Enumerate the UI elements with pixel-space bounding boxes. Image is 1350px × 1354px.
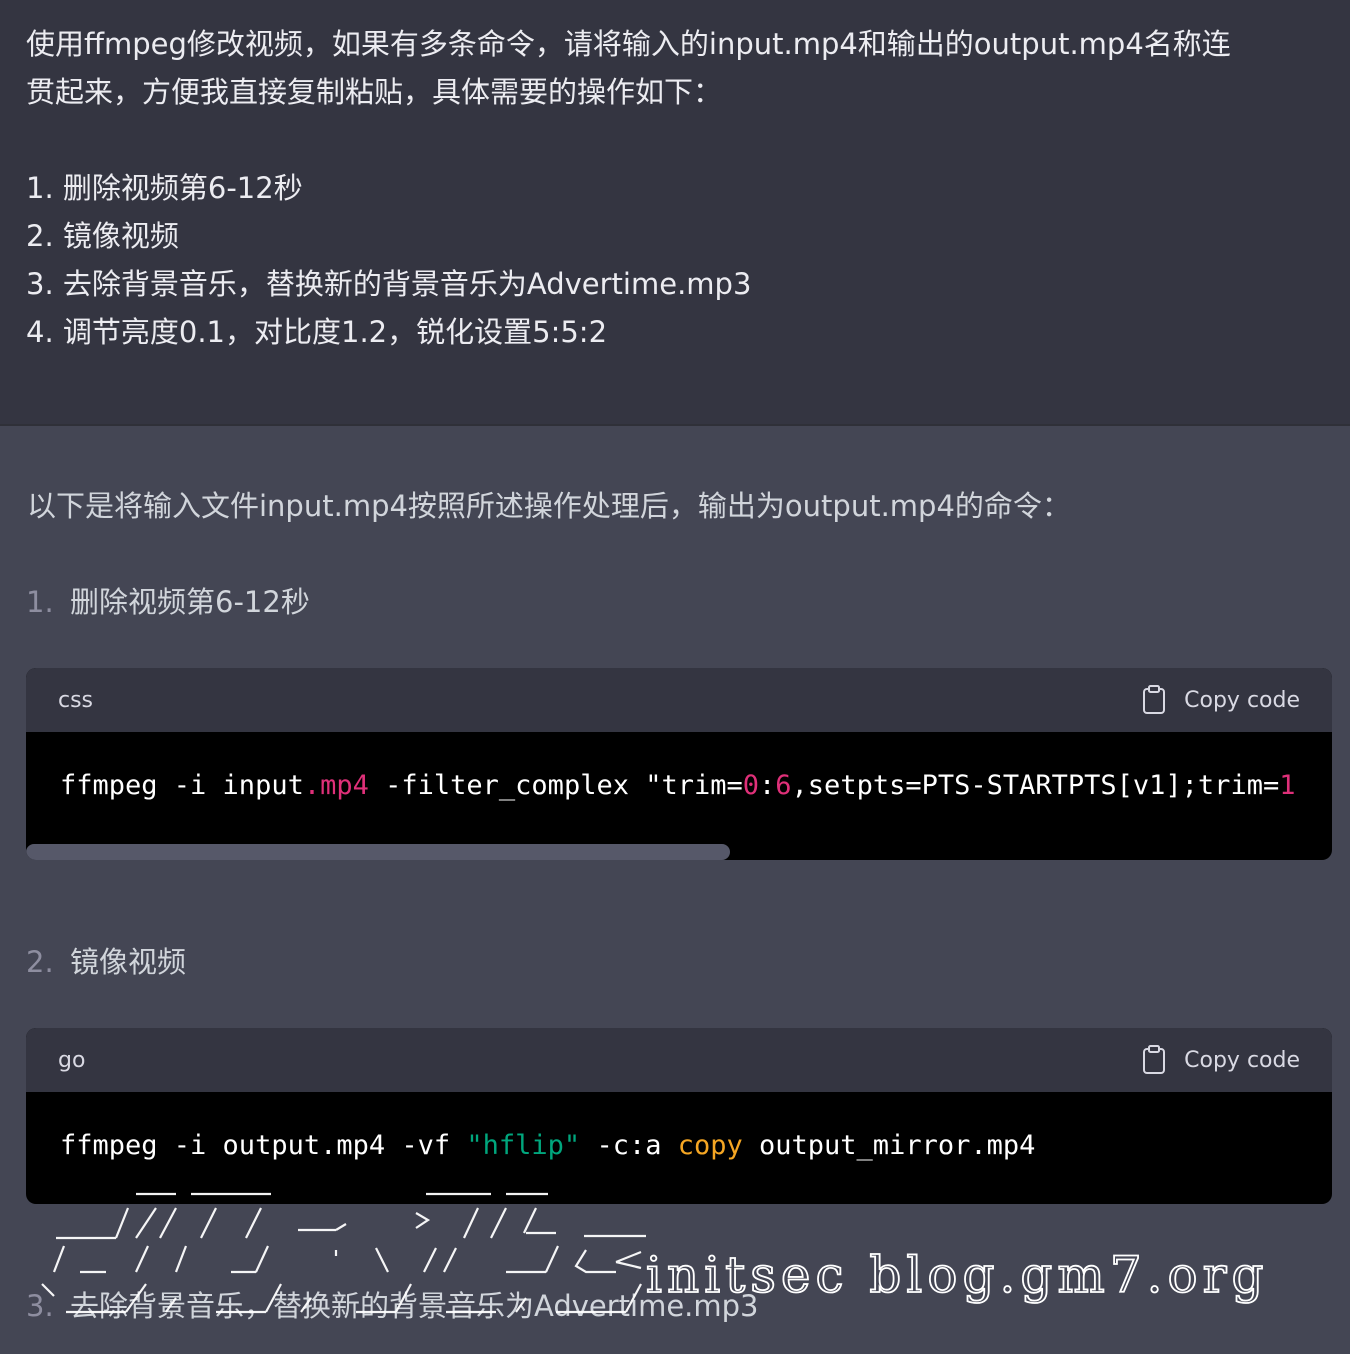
- code-content[interactable]: ffmpeg -i input.mp4 -filter_complex "tri…: [26, 732, 1332, 860]
- code-block-1: css Copy code ffmpeg -i input.mp4 -filte…: [26, 668, 1332, 860]
- step-number: 1.: [26, 585, 54, 619]
- code-token: ffmpeg -i output.mp4 -vf: [60, 1130, 467, 1161]
- user-list-item: 4. 调节亮度0.1，对比度1.2，锐化设置5:5:2: [26, 315, 608, 349]
- code-token: 0: [742, 770, 760, 801]
- code-token: -filter_complex "trim=: [368, 770, 743, 801]
- user-message-line: 贯起来，方便我直接复制粘贴，具体需要的操作如下：: [26, 75, 723, 109]
- horizontal-scrollbar[interactable]: [26, 844, 730, 860]
- code-token: ffmpeg -i input: [60, 770, 304, 801]
- code-token: ,setpts=PTS-STARTPTS[v1];trim=: [791, 770, 1280, 801]
- user-list-item: 1. 删除视频第6-12秒: [26, 171, 303, 205]
- step-number: 3.: [26, 1289, 54, 1323]
- code-header: go Copy code: [26, 1028, 1332, 1092]
- step-label: 去除背景音乐，替换新的背景音乐为Advertime.mp3: [70, 1289, 759, 1323]
- code-token: :: [759, 770, 776, 801]
- user-message: 使用ffmpeg修改视频，如果有多条命令，请将输入的input.mp4和输出的o…: [0, 0, 1350, 426]
- code-language-label: css: [58, 687, 94, 713]
- code-token: .mp4: [303, 770, 369, 801]
- step-number: 2.: [26, 945, 54, 979]
- copy-code-label: Copy code: [1184, 1047, 1300, 1073]
- code-header: css Copy code: [26, 668, 1332, 732]
- clipboard-icon: [1143, 1045, 1166, 1074]
- code-block-2: go Copy code ffmpeg -i output.mp4 -vf "h…: [26, 1028, 1332, 1204]
- code-content[interactable]: ffmpeg -i output.mp4 -vf "hflip" -c:a co…: [26, 1092, 1332, 1204]
- user-message-line: 使用ffmpeg修改视频，如果有多条命令，请将输入的input.mp4和输出的o…: [26, 27, 1231, 61]
- assistant-intro: 以下是将输入文件input.mp4按照所述操作处理后，输出为output.mp4…: [27, 489, 1071, 523]
- user-list-item: 2. 镜像视频: [26, 219, 179, 253]
- step-heading-1: 1. 删除视频第6-12秒: [26, 578, 310, 626]
- clipboard-icon: [1143, 685, 1166, 714]
- step-label: 删除视频第6-12秒: [70, 585, 310, 619]
- copy-code-button[interactable]: Copy code: [1142, 1045, 1300, 1075]
- step-label: 镜像视频: [70, 945, 187, 979]
- step-heading-2: 2. 镜像视频: [26, 938, 186, 986]
- code-token: 1: [1279, 770, 1296, 801]
- code-token: "hflip": [466, 1130, 581, 1161]
- copy-code-button[interactable]: Copy code: [1142, 685, 1300, 715]
- code-language-label: go: [58, 1047, 86, 1073]
- copy-code-label: Copy code: [1184, 687, 1300, 713]
- step-heading-3: 3. 去除背景音乐，替换新的背景音乐为Advertime.mp3: [26, 1282, 759, 1330]
- code-token: -c:a: [580, 1130, 678, 1161]
- code-token: copy: [677, 1130, 743, 1161]
- code-token: output_mirror.mp4: [742, 1130, 1036, 1161]
- code-token: 6: [775, 770, 792, 801]
- user-list-item: 3. 去除背景音乐，替换新的背景音乐为Advertime.mp3: [26, 267, 752, 301]
- assistant-message: 以下是将输入文件input.mp4按照所述操作处理后，输出为output.mp4…: [0, 428, 1350, 1354]
